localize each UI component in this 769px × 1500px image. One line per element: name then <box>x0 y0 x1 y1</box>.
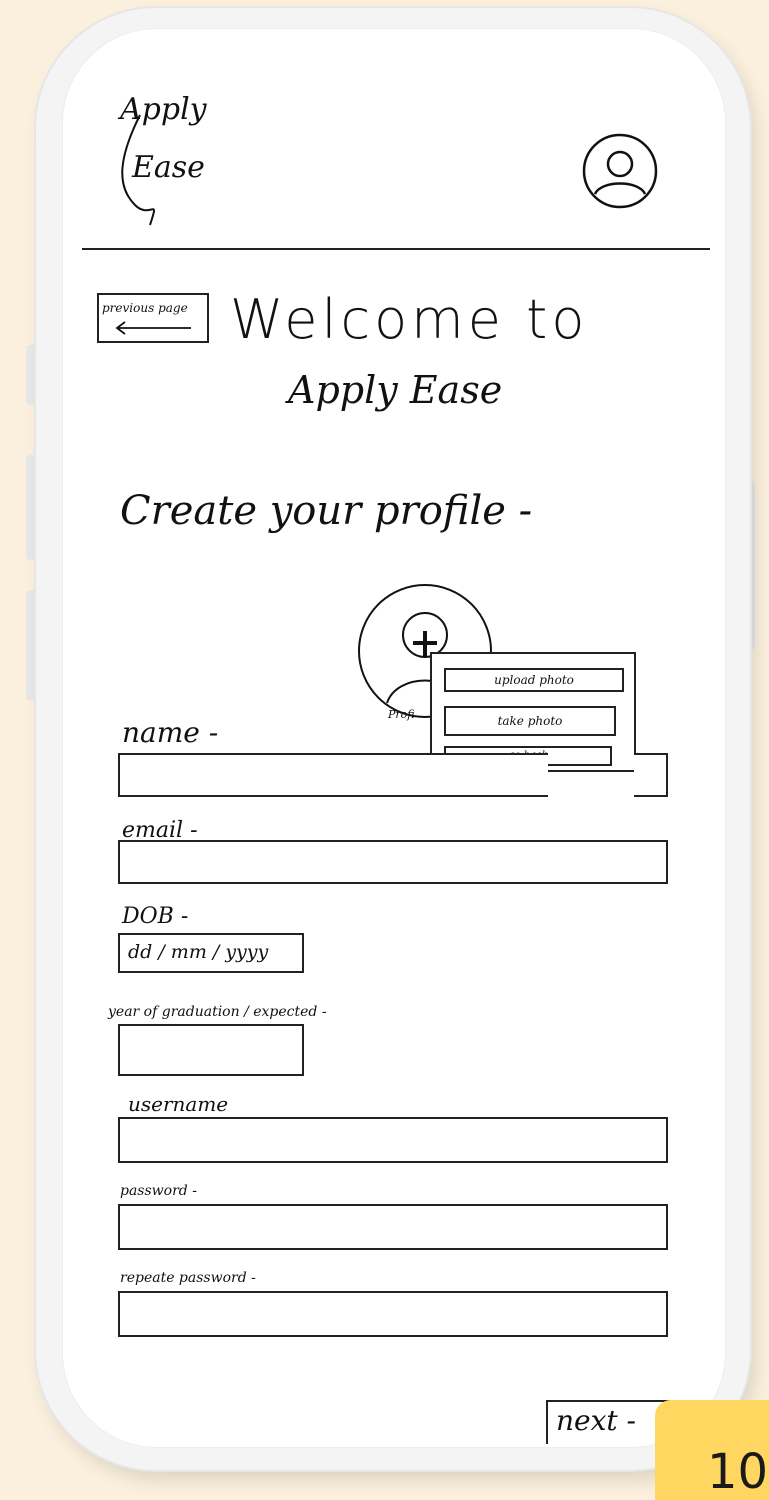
take-photo-button[interactable]: take photo <box>444 706 616 736</box>
dob-label: DOB - <box>122 904 189 929</box>
username-label: username <box>128 1092 229 1116</box>
password-label: password - <box>120 1183 197 1199</box>
user-icon <box>582 133 658 209</box>
page-number-badge: 10 <box>655 1400 769 1500</box>
previous-page-label: previous page <box>102 301 188 315</box>
upload-photo-label: upload photo <box>494 673 574 687</box>
upload-photo-button[interactable]: upload photo <box>444 668 624 692</box>
name-input[interactable] <box>118 753 548 797</box>
page-number: 10 <box>707 1444 769 1500</box>
take-photo-label: take photo <box>497 714 563 728</box>
graduation-input[interactable] <box>118 1024 304 1076</box>
dob-placeholder: dd / mm / yyyy <box>128 941 269 963</box>
header-divider <box>82 248 710 250</box>
repeat-password-input[interactable] <box>118 1291 668 1337</box>
phone-side-button <box>26 590 36 700</box>
graduation-label: year of graduation / expected - <box>108 1004 327 1020</box>
profile-caption: Profi <box>388 708 415 721</box>
form-title: Create your profile - <box>120 488 533 534</box>
name-label: name - <box>122 716 219 749</box>
next-button[interactable]: next - <box>546 1400 670 1444</box>
arrow-left-icon <box>115 321 191 335</box>
email-input[interactable] <box>118 840 668 884</box>
welcome-title: Welcome to <box>230 288 589 351</box>
username-input[interactable] <box>118 1117 668 1163</box>
dob-input[interactable]: dd / mm / yyyy <box>118 933 304 973</box>
name-input-right <box>634 753 668 797</box>
repeat-password-label: repeate password - <box>120 1270 256 1286</box>
phone-side-button <box>26 345 36 405</box>
logo-flourish <box>121 114 155 226</box>
password-input[interactable] <box>118 1204 668 1250</box>
phone-side-button <box>26 455 36 560</box>
profile-avatar-button[interactable] <box>581 132 659 210</box>
previous-page-button[interactable]: previous page <box>97 293 209 343</box>
next-label: next - <box>556 1404 637 1437</box>
welcome-subtitle: Apply Ease <box>288 368 503 412</box>
